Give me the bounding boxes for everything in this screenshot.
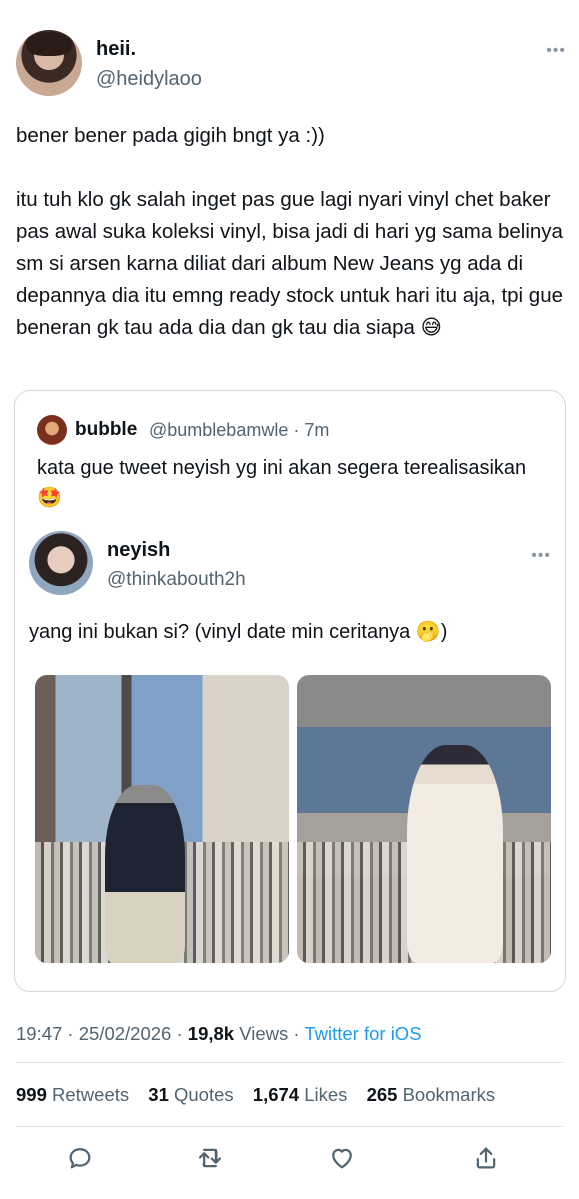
tweet-meta: 19:47 · 25/02/2026 · 19,8k Views · Twitt…	[16, 1023, 422, 1045]
retweets-stat[interactable]: 999 Retweets	[16, 1084, 129, 1105]
photo-record-store-right[interactable]	[297, 675, 551, 963]
nested-author-name[interactable]: neyish	[107, 539, 170, 562]
quote-author-handle[interactable]: @bumblebamwle	[149, 420, 288, 440]
retweets-count: 999	[16, 1084, 47, 1105]
quotes-stat[interactable]: 31 Quotes	[148, 1084, 233, 1105]
more-horizontal-icon[interactable]: •••	[546, 42, 566, 60]
more-horizontal-icon[interactable]: •••	[531, 547, 551, 565]
nested-author-handle[interactable]: @thinkabouth2h	[107, 569, 246, 591]
quote-author-meta: @bumblebamwle · 7m	[149, 420, 329, 441]
like-icon[interactable]	[328, 1144, 358, 1174]
quotes-label: Quotes	[174, 1084, 234, 1105]
likes-stat[interactable]: 1,674 Likes	[253, 1084, 348, 1105]
quote-time: · 7m	[293, 420, 330, 440]
quote-text: kata gue tweet neyish yg ini akan segera…	[37, 457, 527, 509]
avatar[interactable]	[29, 531, 93, 595]
tweet-timestamp: 19:47 · 25/02/2026 ·	[16, 1023, 188, 1044]
author-handle[interactable]: @heidylaoo	[96, 68, 202, 91]
quotes-count: 31	[148, 1084, 169, 1105]
tweet-header: heii. @heidylaoo •••	[16, 30, 566, 98]
bookmarks-stat[interactable]: 265 Bookmarks	[367, 1084, 496, 1105]
share-icon[interactable]	[472, 1144, 502, 1174]
bookmarks-label: Bookmarks	[402, 1084, 496, 1105]
reply-icon[interactable]	[66, 1144, 96, 1174]
likes-count: 1,674	[252, 1084, 300, 1105]
nested-text: yang ini bukan si? (vinyl date min cerit…	[29, 621, 448, 643]
tweet-text: bener bener pada gigih bngt ya :)) itu t…	[16, 124, 564, 339]
source-link[interactable]: Twitter for iOS	[304, 1023, 421, 1044]
views-label: Views ·	[234, 1023, 305, 1044]
quote-author-name[interactable]: bubble	[75, 419, 137, 441]
likes-label: Likes	[304, 1084, 348, 1105]
views-count: 19,8k	[187, 1023, 235, 1044]
author-name[interactable]: heii.	[96, 38, 136, 61]
engagement-stats: 999 Retweets 31 Quotes 1,674 Likes 265 B…	[16, 1084, 509, 1106]
bookmarks-count: 265	[366, 1084, 398, 1105]
avatar[interactable]	[37, 415, 67, 445]
photo-person	[105, 785, 185, 963]
action-bar	[0, 1140, 579, 1180]
photo-record-store-left[interactable]	[35, 675, 289, 963]
avatar[interactable]	[16, 30, 82, 96]
quoted-tweet[interactable]: bubble @bumblebamwle · 7m kata gue tweet…	[14, 390, 566, 992]
divider	[16, 1126, 564, 1127]
retweet-icon[interactable]	[196, 1144, 226, 1174]
photo-person	[407, 745, 503, 963]
retweets-label: Retweets	[52, 1084, 130, 1105]
divider	[16, 1062, 564, 1063]
